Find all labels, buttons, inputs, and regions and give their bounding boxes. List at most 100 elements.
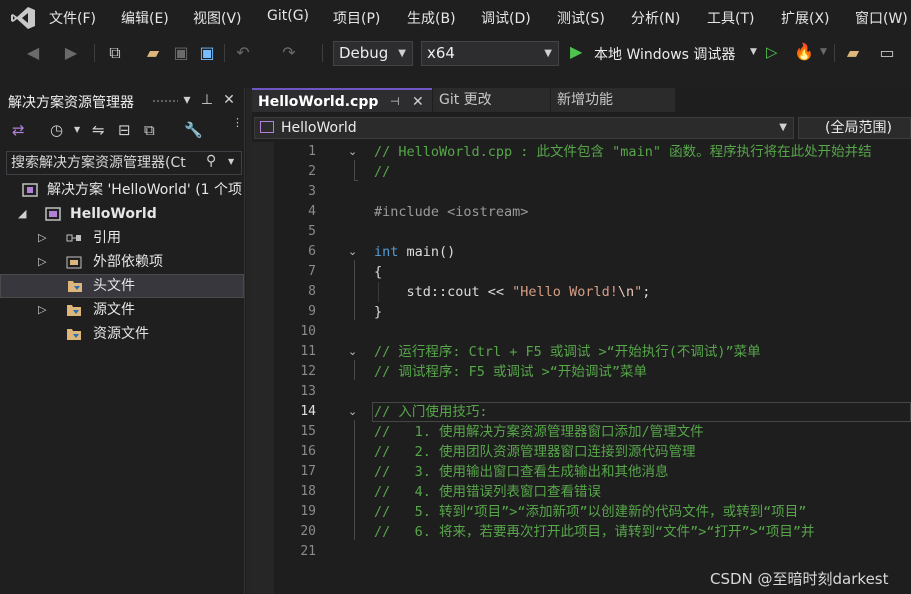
tree-label: 解决方案 'HelloWorld' (1 个项 [47,182,243,198]
code-token: { [374,264,383,280]
redo-icon[interactable]: ↷ [278,42,300,64]
collapsed-triangle-icon[interactable]: ▷ [38,226,46,250]
show-all-files-icon[interactable]: ⧉ [144,121,155,139]
menu-file[interactable]: 文件(F) [49,8,96,28]
open-folder-icon[interactable]: ▰ [142,42,164,64]
code-line[interactable]: // 3. 使用输出窗口查看生成输出和其他消息 [374,462,669,482]
chevron-down-icon[interactable]: ▼ [750,47,757,57]
solution-config-dropdown[interactable]: Debug ▼ [333,41,413,66]
search-icon[interactable]: ⚲ [206,153,216,169]
tab-helloworld-cpp[interactable]: HelloWorld.cpp ⊣ ✕ [252,88,432,112]
find-in-files-icon[interactable]: ▰ [842,42,864,64]
menu-tools[interactable]: 工具(T) [707,8,754,28]
global-scope-dropdown[interactable]: (全局范围) [798,117,911,139]
code-line[interactable]: // 入门使用技巧: [374,402,488,422]
menu-window[interactable]: 窗口(W) [855,8,908,28]
tree-label: 头文件 [93,278,135,294]
collapsed-triangle-icon[interactable]: ▷ [38,250,46,274]
code-line[interactable]: { [374,262,382,282]
pending-changes-icon[interactable]: ◷ [50,121,63,139]
code-line[interactable]: } [374,302,382,322]
tree-label: 源文件 [93,302,135,318]
tree-item-solution[interactable]: 解决方案 'HelloWorld' (1 个项 [0,178,244,202]
start-debug-icon[interactable]: ▶ [570,42,582,61]
properties-wrench-icon[interactable]: 🔧 [184,121,203,139]
menu-extensions[interactable]: 扩展(X) [781,8,830,28]
chevron-down-icon[interactable]: ▼ [228,157,234,166]
collapse-all-icon[interactable]: ⊟ [118,121,131,139]
more-icon[interactable]: ⋮ [232,116,243,129]
fold-toggle-icon[interactable]: ⌄ [348,142,360,162]
sync-icon[interactable]: ⇋ [92,121,105,139]
platform-dropdown[interactable]: x64 ▼ [421,41,559,66]
hot-reload-icon[interactable]: 🔥 [794,42,814,61]
code-line[interactable]: std::cout << "Hello World!\n"; [374,282,651,302]
solution-search-placeholder: 搜索解决方案资源管理器(Ct [11,155,186,171]
code-line[interactable]: // 4. 使用错误列表窗口查看错误 [374,482,601,502]
line-number: 14 [300,404,316,419]
start-debugger-button[interactable]: 本地 Windows 调试器 [594,44,735,64]
code-line[interactable]: // 2. 使用团队资源管理器窗口连接到源代码管理 [374,442,696,462]
visual-studio-logo-icon[interactable] [10,6,36,30]
undo-icon[interactable]: ↶ [232,42,254,64]
tab-git-changes[interactable]: Git 更改 [433,88,550,112]
fold-guide [354,260,355,320]
tab-whats-new[interactable]: 新增功能 [551,88,675,112]
fold-toggle-icon[interactable]: ⌄ [348,402,360,422]
code-token: "Hello World! [512,284,618,300]
menu-view[interactable]: 视图(V) [193,8,242,28]
code-line[interactable]: // HelloWorld.cpp : 此文件包含 "main" 函数。程序执行… [374,142,872,162]
fold-toggle-icon[interactable]: ⌄ [348,342,360,362]
watermark-text: CSDN @至暗时刻darkest [710,570,889,588]
back-icon[interactable]: ◀ [22,42,44,64]
toolbar-separator [94,44,95,62]
code-line[interactable]: // 5. 转到“项目”>“添加新项”以创建新的代码文件，或转到“项目” [374,502,806,522]
chevron-down-icon: ▼ [544,48,552,59]
save-icon[interactable]: ▣ [170,42,192,64]
menu-edit[interactable]: 编辑(E) [121,8,169,28]
menu-test[interactable]: 测试(S) [557,8,605,28]
global-scope-value: (全局范围) [825,120,892,136]
chevron-down-icon[interactable]: ▼ [74,125,80,134]
tree-item-source-files[interactable]: ▷ 源文件 [0,298,244,322]
start-without-debug-icon[interactable]: ▷ [766,43,778,61]
pin-icon[interactable]: ⊣ [390,90,400,114]
close-icon[interactable]: ✕ [220,90,238,110]
chevron-down-icon[interactable]: ▼ [820,47,827,57]
expanded-triangle-icon[interactable]: ◢ [18,202,26,226]
save-all-icon[interactable]: ▣ [196,42,218,64]
code-line[interactable]: // 6. 将来，若要再次打开此项目，请转到“文件”>“打开”>“项目”并 [374,522,815,542]
sync-solution-icon[interactable]: ⇄ [12,121,25,139]
close-tab-icon[interactable]: ✕ [412,90,424,114]
project-scope-dropdown[interactable]: HelloWorld ▼ [254,117,794,139]
menu-analyze[interactable]: 分析(N) [631,8,680,28]
panel-menu-chevron-icon[interactable]: ▾ [178,90,196,110]
code-line[interactable]: int main() [374,242,455,262]
tree-item-header-files[interactable]: 头文件 [0,274,244,298]
code-line[interactable]: // 运行程序: Ctrl + F5 或调试 >“开始执行(不调试)”菜单 [374,342,761,362]
code-token: int [374,244,399,260]
new-project-icon[interactable]: ⧉ [104,42,126,64]
code-token: // [374,164,391,180]
code-line[interactable]: // 1. 使用解决方案资源管理器窗口添加/管理文件 [374,422,704,442]
code-line[interactable]: #include <iostream> [374,202,528,222]
line-number: 13 [300,384,316,399]
code-line[interactable]: // [374,162,390,182]
menu-build[interactable]: 生成(B) [407,8,456,28]
tab-label: 新增功能 [557,92,613,108]
code-line[interactable]: // 调试程序: F5 或调试 >“开始调试”菜单 [374,362,647,382]
menu-debug[interactable]: 调试(D) [481,8,531,28]
menu-git[interactable]: Git(G) [267,8,309,24]
line-number: 11 [300,344,316,359]
fold-toggle-icon[interactable]: ⌄ [348,242,360,262]
panel-grip[interactable] [152,99,178,104]
tree-item-external-deps[interactable]: ▷ 外部依赖项 [0,250,244,274]
collapsed-triangle-icon[interactable]: ▷ [38,298,46,322]
tree-item-project[interactable]: ◢ HelloWorld [0,202,244,226]
window-layout-icon[interactable]: ▭ [876,42,898,64]
tree-item-resource-files[interactable]: 资源文件 [0,322,244,346]
tree-item-references[interactable]: ▷ 引用 [0,226,244,250]
forward-icon[interactable]: ▶ [60,42,82,64]
menu-project[interactable]: 项目(P) [333,8,380,28]
pin-icon[interactable]: ⊥ [198,90,216,110]
